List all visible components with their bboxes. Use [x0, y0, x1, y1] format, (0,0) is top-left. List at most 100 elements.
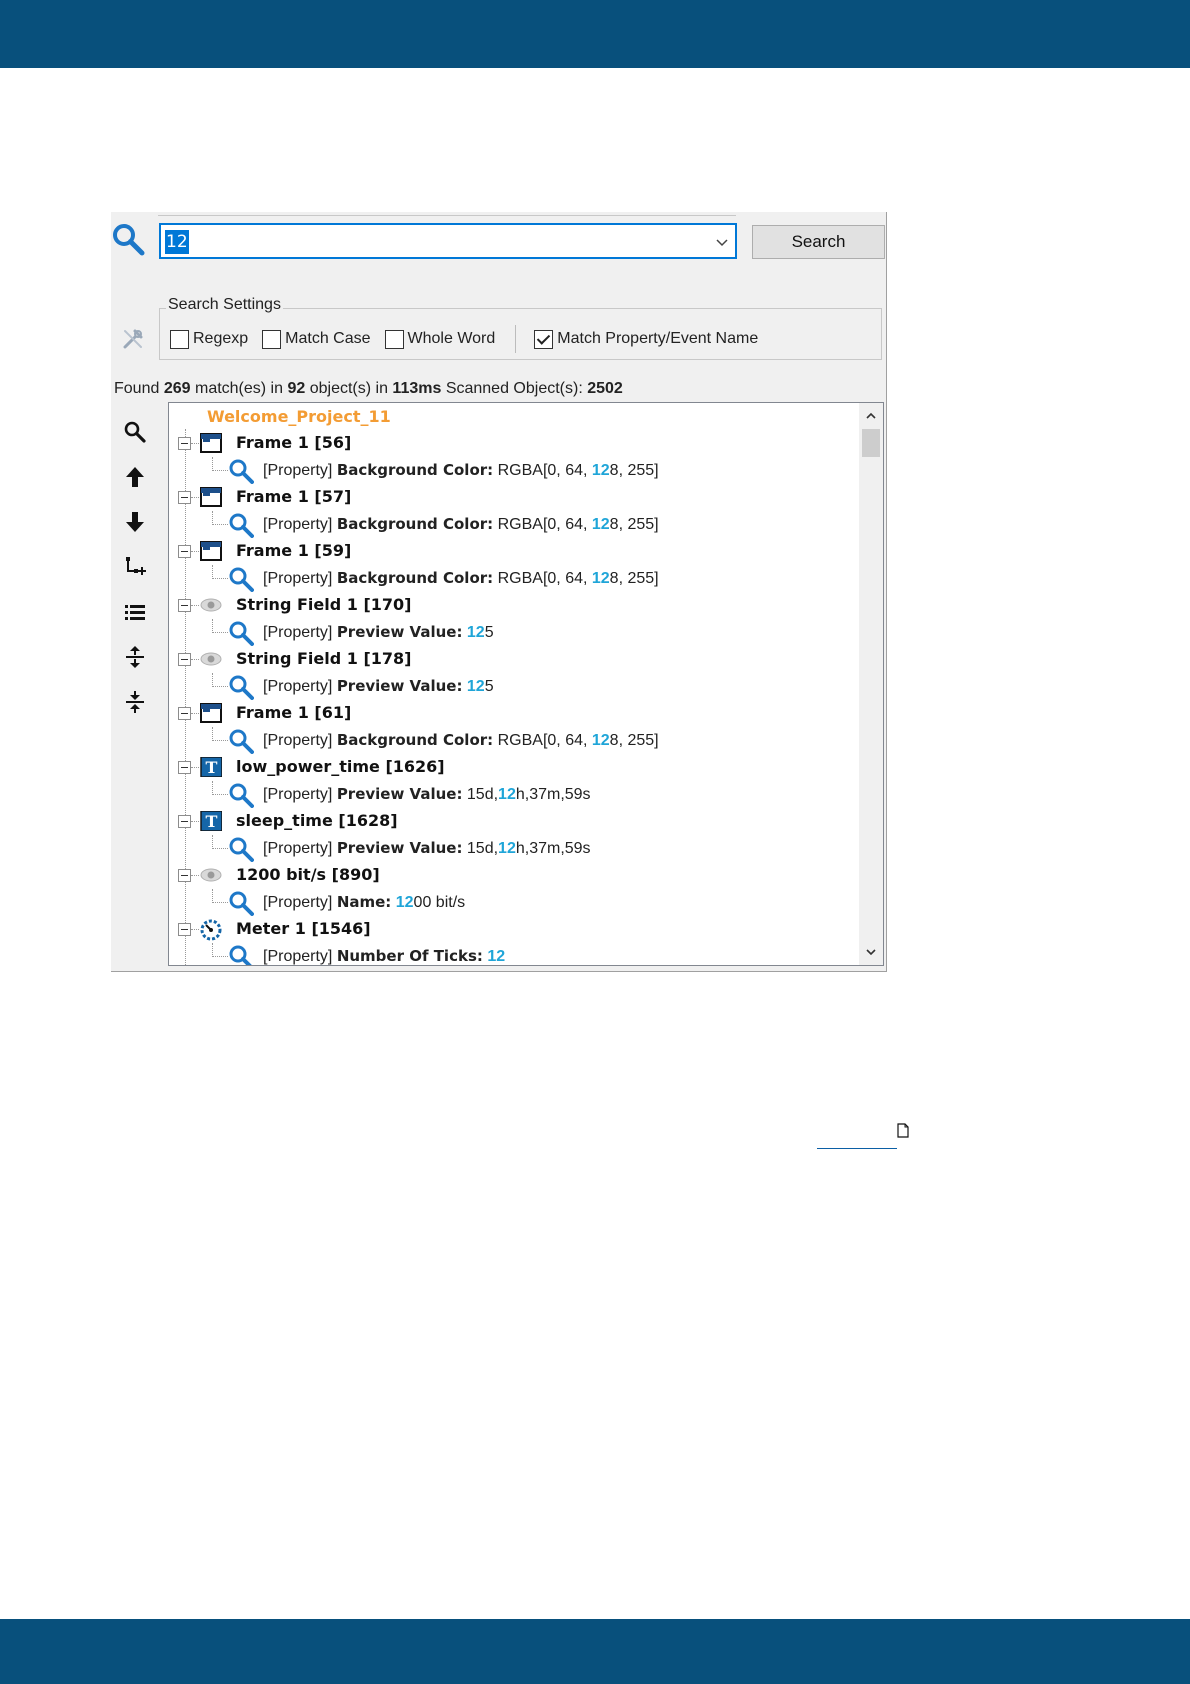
match-tag: [Property]	[263, 678, 333, 695]
tree-node-label[interactable]: 1200 bit/s [890]	[236, 865, 380, 884]
collapse-toggle[interactable]	[178, 815, 191, 828]
value-suffix: h,37m,59s	[515, 786, 591, 803]
match-tag: [Property]	[263, 948, 333, 965]
expand-node-button[interactable]	[121, 553, 149, 581]
value-prefix: RGBA[0, 64,	[497, 732, 592, 749]
scroll-thumb[interactable]	[862, 429, 880, 457]
match-text[interactable]: [Property] Background Color: RGBA[0, 64,…	[263, 461, 659, 480]
match-text[interactable]: [Property] Preview Value: 125	[263, 677, 494, 696]
chevron-down-icon	[866, 949, 876, 956]
tree-node-label[interactable]: String Field 1 [178]	[236, 649, 411, 668]
collapse-toggle[interactable]	[178, 707, 191, 720]
whole-word-checkbox[interactable]: Whole Word	[384, 329, 496, 349]
tree-node-label[interactable]: Meter 1 [1546]	[236, 919, 371, 938]
search-settings-legend: Search Settings	[166, 296, 283, 314]
tree-add-icon	[126, 557, 146, 575]
match-text[interactable]: [Property] Background Color: RGBA[0, 64,…	[263, 731, 659, 750]
collapse-toggle[interactable]	[178, 491, 191, 504]
match-text[interactable]: [Property] Number Of Ticks: 12	[263, 947, 506, 965]
vertical-scrollbar[interactable]	[859, 403, 883, 965]
tree-toolbar	[121, 418, 149, 733]
tree-guide-line	[212, 781, 228, 795]
collapse-toggle[interactable]	[178, 545, 191, 558]
match-text[interactable]: [Property] Preview Value: 15d,12h,37m,59…	[263, 839, 591, 858]
tree-guide-line	[212, 943, 228, 957]
tree-guide-line	[191, 929, 199, 930]
match-tag: [Property]	[263, 624, 333, 641]
frame-icon	[200, 703, 222, 723]
value-prefix: RGBA[0, 64,	[497, 462, 592, 479]
search-combobox[interactable]: 12	[159, 223, 737, 259]
match-case-label: Match Case	[285, 330, 371, 347]
match-tag: [Property]	[263, 570, 333, 587]
match-text[interactable]: [Property] Background Color: RGBA[0, 64,…	[263, 569, 659, 588]
tree-guide-line	[212, 565, 228, 579]
match-property-event-name-label: Match Property/Event Name	[557, 330, 759, 347]
search-icon	[124, 421, 146, 443]
match-text[interactable]: [Property] Background Color: RGBA[0, 64,…	[263, 515, 659, 534]
list-view-button[interactable]	[121, 598, 149, 626]
expand-all-button[interactable]	[121, 643, 149, 671]
match-tag: [Property]	[263, 894, 333, 911]
scanned-count: 2502	[587, 380, 623, 397]
match-text[interactable]: [Property] Name: 1200 bit/s	[263, 893, 465, 912]
next-match-button[interactable]	[121, 508, 149, 536]
search-input[interactable]: 12	[165, 230, 189, 254]
regexp-checkbox-box[interactable]	[170, 329, 189, 349]
results-summary: Found 269 match(es) in 92 object(s) in 1…	[114, 380, 623, 398]
value-suffix: 5	[484, 624, 494, 641]
whole-word-label: Whole Word	[407, 330, 496, 347]
property-name: Background Color:	[336, 731, 494, 749]
match-case-checkbox-box[interactable]	[262, 329, 282, 349]
collapse-toggle[interactable]	[178, 869, 191, 882]
regexp-checkbox[interactable]: Regexp	[170, 329, 248, 349]
tree-node-label[interactable]: String Field 1 [170]	[236, 595, 411, 614]
collapse-toggle[interactable]	[178, 599, 191, 612]
value-prefix: RGBA[0, 64,	[497, 570, 592, 587]
property-name: Background Color:	[336, 569, 494, 587]
chevron-down-icon[interactable]	[713, 233, 731, 251]
tree-node-label[interactable]: low_power_time [1626]	[236, 757, 445, 776]
link-underline[interactable]	[817, 1148, 897, 1149]
tools-icon[interactable]	[121, 327, 145, 351]
object-count: 92	[287, 380, 306, 397]
whole-word-checkbox-box[interactable]	[384, 329, 404, 349]
search-icon	[228, 728, 254, 754]
search-icon	[228, 944, 254, 965]
match-text[interactable]: [Property] Preview Value: 15d,12h,37m,59…	[263, 785, 591, 804]
value-prefix: RGBA[0, 64,	[497, 516, 592, 533]
tree-root-label[interactable]: Welcome_Project_11	[207, 407, 391, 426]
search-button[interactable]: Search	[752, 225, 885, 259]
match-highlight: 12	[591, 462, 610, 479]
tree-node-label[interactable]: sleep_time [1628]	[236, 811, 398, 830]
text-icon: T	[200, 756, 223, 778]
value-suffix: 8, 255]	[609, 570, 659, 587]
property-name: Background Color:	[336, 461, 494, 479]
collapse-toggle[interactable]	[178, 923, 191, 936]
previous-match-button[interactable]	[121, 463, 149, 491]
match-text[interactable]: [Property] Preview Value: 125	[263, 623, 494, 642]
match-highlight: 12	[487, 948, 506, 965]
tree-node-label[interactable]: Frame 1 [61]	[236, 703, 351, 722]
property-name: Name:	[336, 893, 392, 911]
tree-node-label[interactable]: Frame 1 [56]	[236, 433, 351, 452]
match-case-checkbox[interactable]: Match Case	[262, 329, 371, 349]
collapse-toggle[interactable]	[178, 761, 191, 774]
value-suffix: 00 bit/s	[413, 894, 466, 911]
results-tree[interactable]: Welcome_Project_11 Frame 1 [56] [Property…	[168, 402, 884, 966]
divider	[515, 325, 517, 353]
tree-guide-line	[185, 429, 186, 965]
tree-node-label[interactable]: Frame 1 [59]	[236, 541, 351, 560]
find-button[interactable]	[121, 418, 149, 446]
collapse-toggle[interactable]	[178, 653, 191, 666]
scroll-down-button[interactable]	[859, 941, 883, 963]
match-property-event-name-checkbox[interactable]: Match Property/Event Name	[534, 329, 759, 349]
document-icon	[897, 1123, 909, 1138]
scroll-up-button[interactable]	[859, 405, 883, 427]
collapse-all-button[interactable]	[121, 688, 149, 716]
eye-icon	[200, 865, 222, 885]
tree-node-label[interactable]: Frame 1 [57]	[236, 487, 351, 506]
collapse-toggle[interactable]	[178, 437, 191, 450]
summary-matches-text: match(es) in	[194, 380, 284, 397]
match-property-event-name-checkbox-box[interactable]	[534, 329, 554, 349]
